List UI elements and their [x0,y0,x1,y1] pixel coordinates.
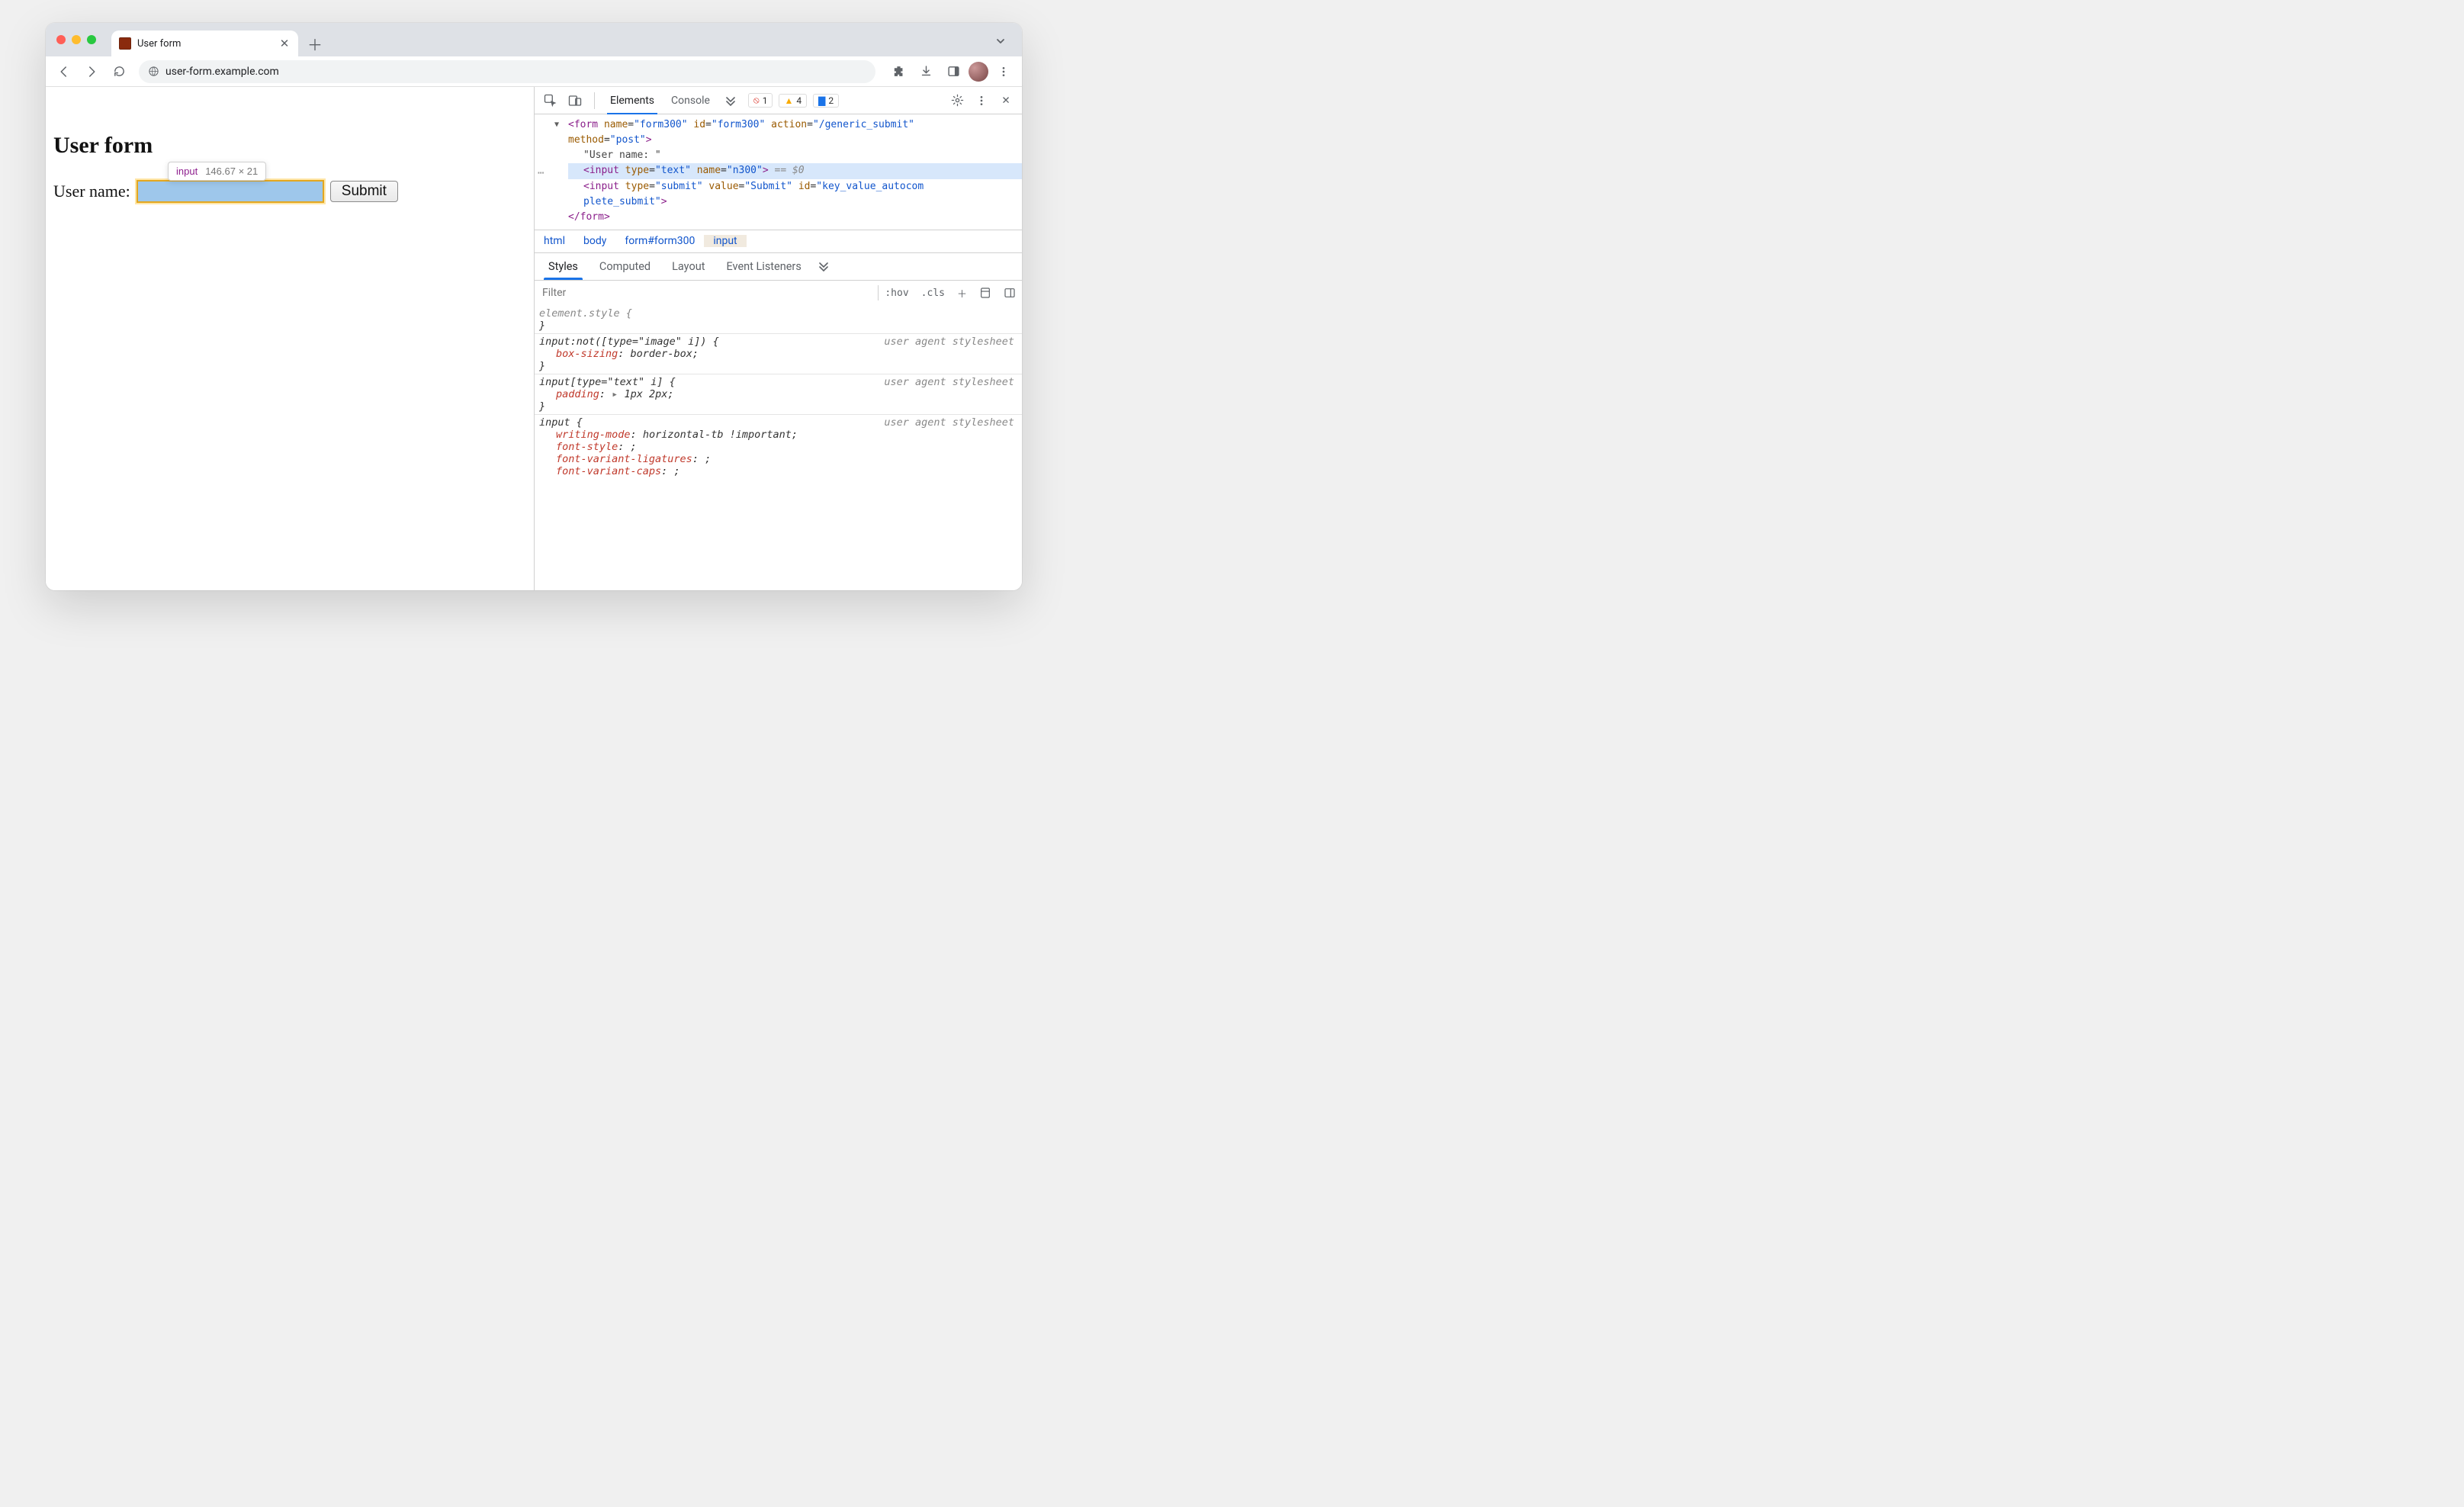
tab-close-icon[interactable]: ✕ [278,37,291,50]
inspect-element-icon[interactable] [541,91,561,111]
tab-elements[interactable]: Elements [604,87,660,114]
dom-tree[interactable]: ▼ <form name="form300" id="form300" acti… [535,114,1022,230]
style-rules[interactable]: element.style { } input:not([type="image… [535,306,1022,590]
tabs-overflow-icon[interactable] [990,31,1011,52]
warnings-badge[interactable]: ▲4 [779,94,807,108]
new-tab-button[interactable]: ＋ [304,33,326,54]
forward-button[interactable] [79,59,104,84]
selected-dom-node[interactable]: ⋯ <input type="text" name="n300"> == $0 [568,163,1022,178]
device-toolbar-icon[interactable] [565,91,585,111]
devtools-panel: Elements Console ⦸1 ▲4 ▇2 [534,87,1022,590]
crumb-body[interactable]: body [574,235,615,247]
tab-strip: User form ✕ ＋ [46,23,1022,56]
more-tabs-icon[interactable] [721,91,740,111]
favicon-icon [119,37,131,50]
page-viewport: User form User name: Submit input 146.67… [46,87,534,590]
styles-filter-bar: :hov .cls ＋ [535,280,1022,306]
tab-event-listeners[interactable]: Event Listeners [717,253,810,280]
tab-layout[interactable]: Layout [663,253,714,280]
site-info-icon[interactable] [148,66,159,77]
username-label: User name: [53,182,130,201]
address-bar[interactable]: user-form.example.com [139,60,875,83]
dom-breadcrumb[interactable]: html body form#form300 input [535,230,1022,252]
user-form-row: User name: Submit [53,180,534,203]
styles-more-tabs-icon[interactable] [814,256,834,276]
extensions-icon[interactable] [886,59,911,84]
devtools-close-icon[interactable]: ✕ [996,91,1016,111]
content-area: User form User name: Submit input 146.67… [46,87,1022,590]
toggle-sidebar-icon[interactable] [997,287,1022,299]
tab-console[interactable]: Console [665,87,716,114]
styles-filter-input[interactable] [535,287,878,299]
new-style-rule-icon[interactable]: ＋ [951,286,973,300]
browser-window: User form ✕ ＋ user-form.example.com [46,23,1022,590]
issues-badge[interactable]: ▇2 [813,94,839,108]
computed-styles-icon[interactable] [973,287,997,299]
crumb-html[interactable]: html [535,235,574,247]
submit-button[interactable]: Submit [330,181,398,202]
tooltip-tag: input [176,165,198,177]
side-panel-icon[interactable] [941,59,965,84]
username-input[interactable] [137,180,324,203]
reload-button[interactable] [107,59,131,84]
window-maximize[interactable] [87,35,96,44]
window-minimize[interactable] [72,35,81,44]
tab-styles[interactable]: Styles [539,253,587,280]
devtools-menu-icon[interactable] [972,91,991,111]
profile-avatar[interactable] [969,62,988,82]
browser-toolbar: user-form.example.com [46,56,1022,87]
devtools-settings-icon[interactable] [947,91,967,111]
errors-badge[interactable]: ⦸1 [748,93,773,108]
hov-toggle[interactable]: :hov [879,288,914,299]
cls-toggle[interactable]: .cls [915,288,951,299]
tab-title: User form [137,38,272,50]
browser-tab[interactable]: User form ✕ [111,31,298,56]
tab-computed[interactable]: Computed [590,253,660,280]
downloads-icon[interactable] [914,59,938,84]
inspect-tooltip: input 146.67 × 21 [168,162,266,181]
crumb-form[interactable]: form#form300 [615,235,704,247]
page-heading: User form [53,133,534,159]
back-button[interactable] [52,59,76,84]
chrome-menu-icon[interactable] [991,59,1016,84]
devtools-tabbar: Elements Console ⦸1 ▲4 ▇2 [535,87,1022,114]
crumb-input[interactable]: input [704,235,746,247]
url-text: user-form.example.com [165,66,279,78]
window-close[interactable] [56,35,66,44]
tooltip-dims: 146.67 × 21 [205,165,258,177]
window-controls [52,23,102,56]
styles-sidebar-tabs: Styles Computed Layout Event Listeners [535,252,1022,280]
status-badges: ⦸1 ▲4 ▇2 [748,93,839,108]
